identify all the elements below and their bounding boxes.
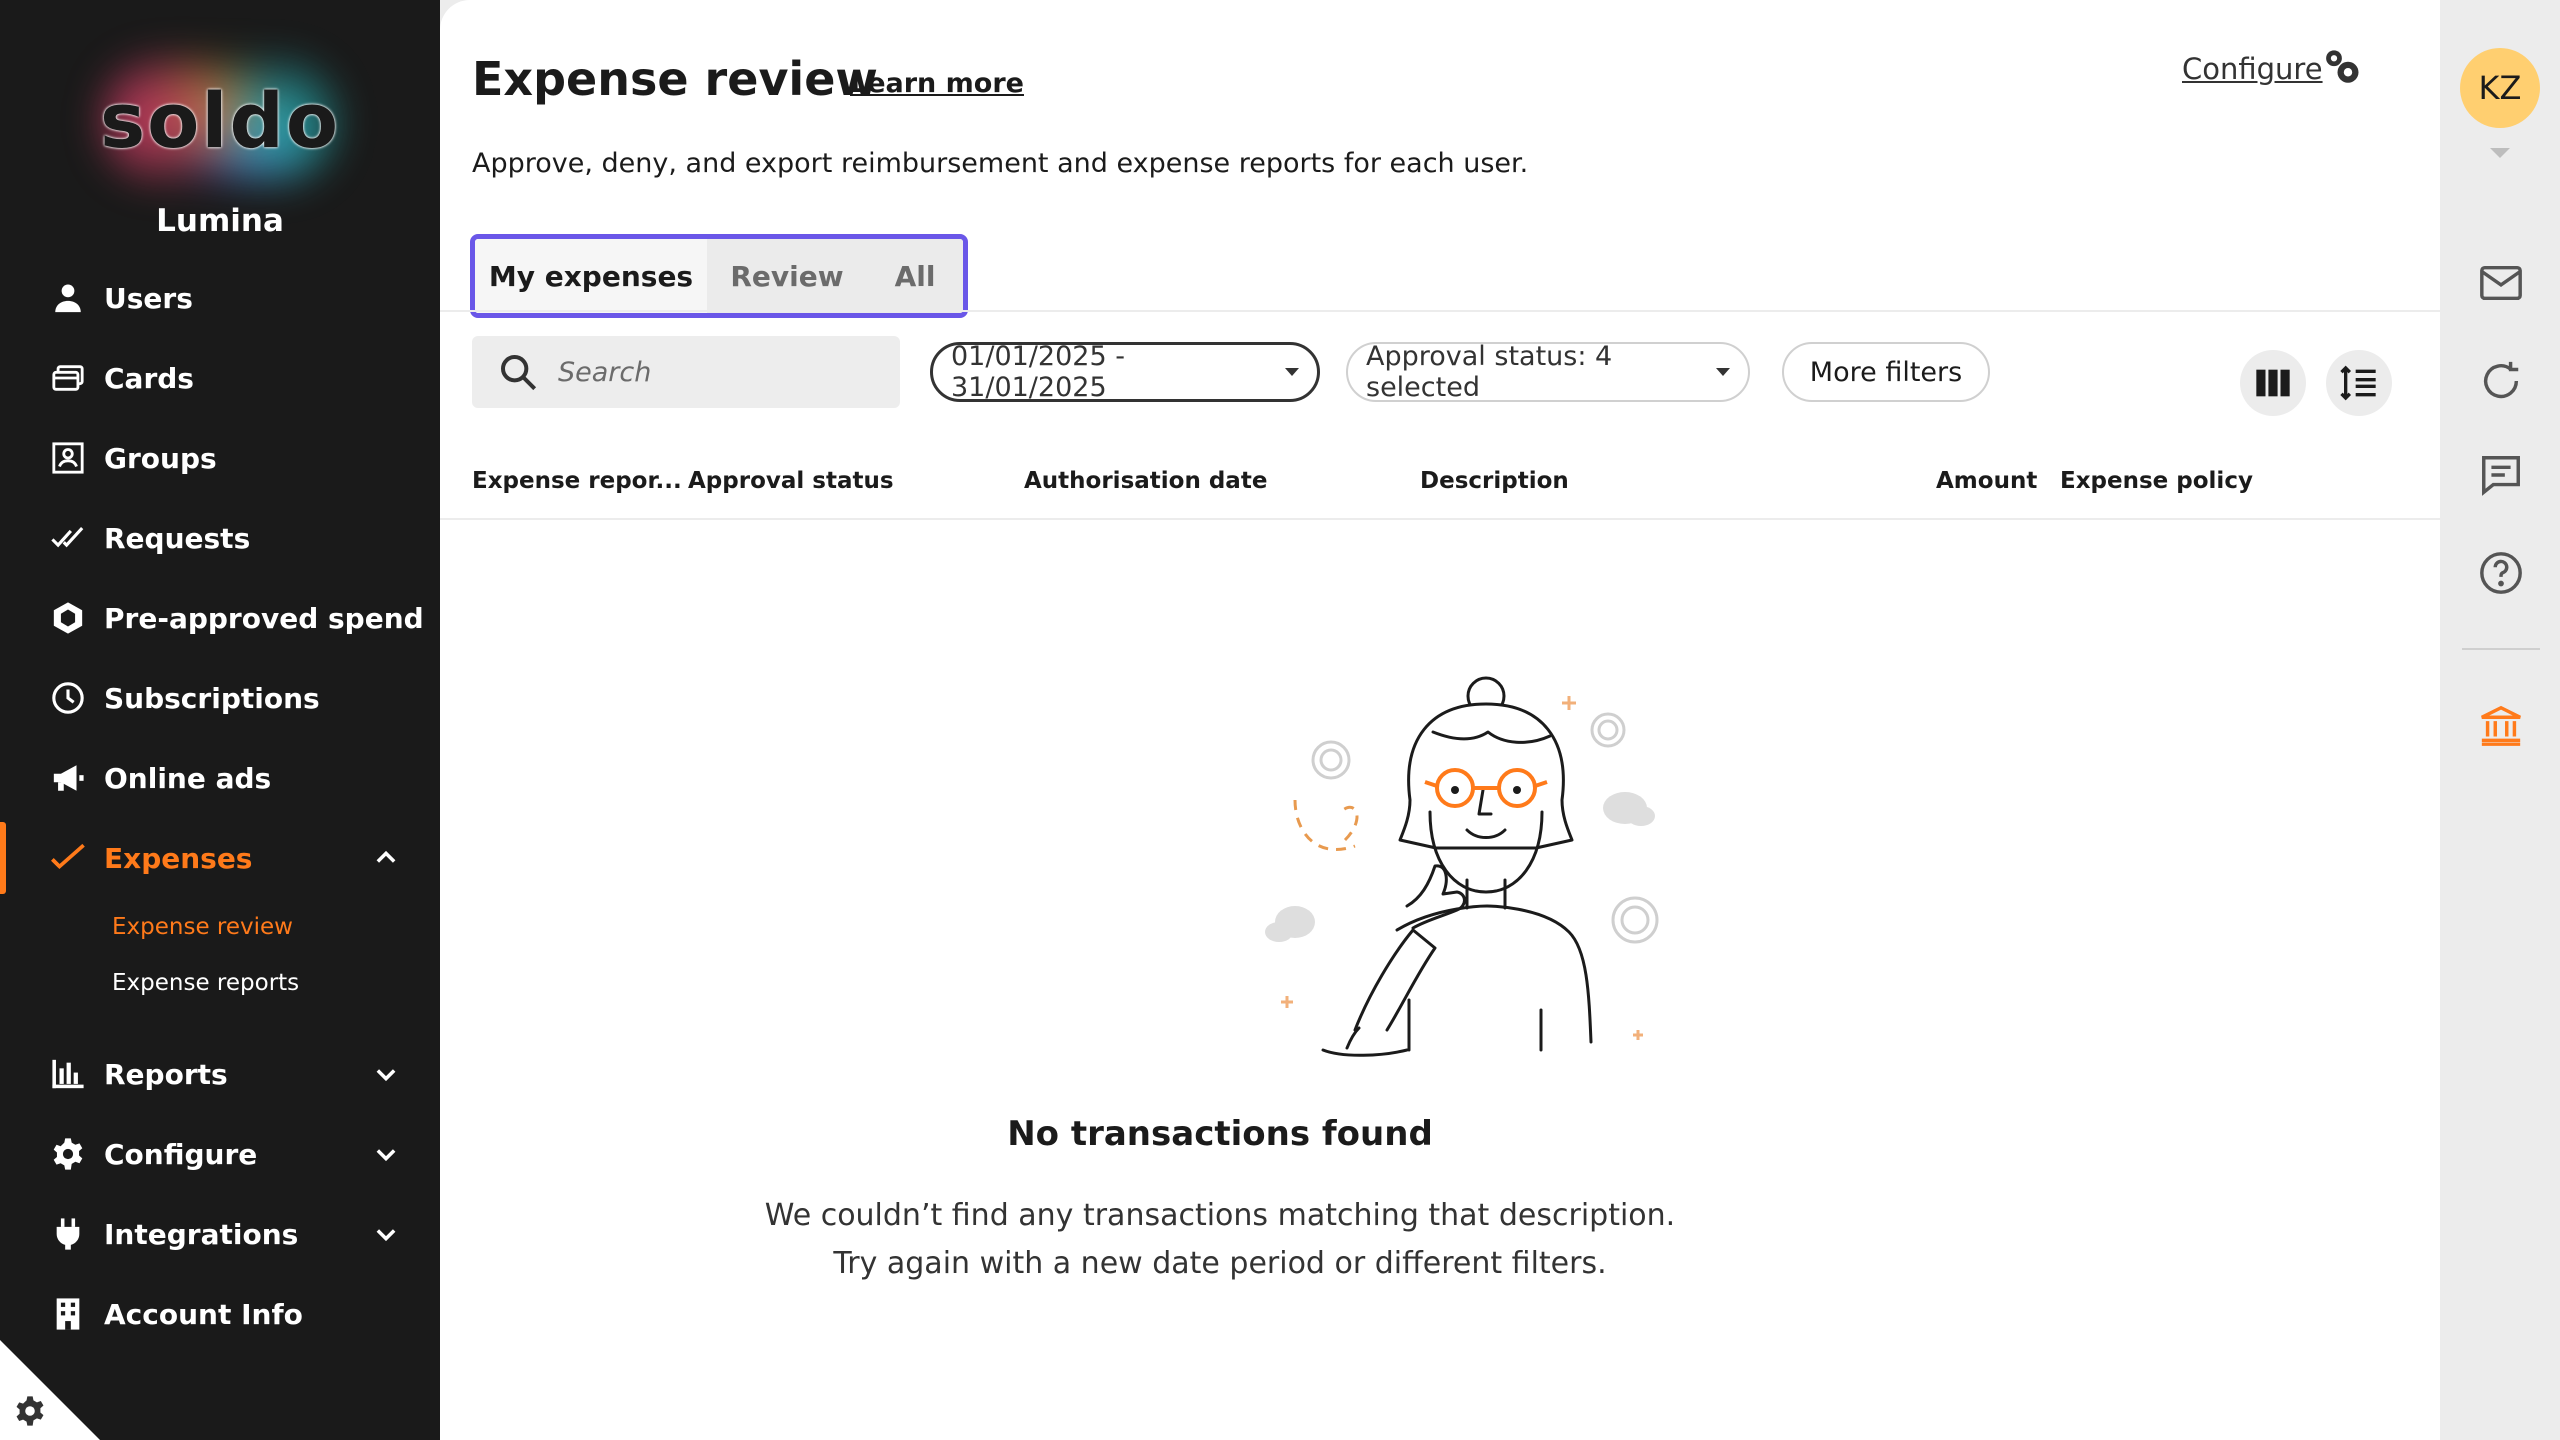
clock-icon <box>50 680 86 716</box>
columns-icon <box>2256 369 2290 397</box>
sidebar-item-account-info[interactable]: Account Info <box>0 1282 440 1346</box>
sidebar-item-expenses[interactable]: Expenses <box>0 822 440 894</box>
sidebar-subitem-expense-reports[interactable]: Expense reports <box>112 970 299 996</box>
hexagon-icon <box>50 600 86 636</box>
mail-icon[interactable] <box>2478 260 2524 306</box>
row-density-button[interactable] <box>2326 350 2392 416</box>
sidebar-item-online-ads[interactable]: Online ads <box>0 746 440 810</box>
tab-all[interactable]: All <box>867 239 963 313</box>
column-header-expense-report[interactable]: Expense repor... <box>472 468 682 494</box>
main-content: Expense review Learn more Configure Appr… <box>440 0 2440 1440</box>
divider <box>440 310 2440 312</box>
logo-text: soldo <box>99 75 341 165</box>
sidebar-item-label: Online ads <box>104 761 272 795</box>
column-header-description[interactable]: Description <box>1420 468 1569 494</box>
approval-status-filter[interactable]: Approval status: 4 selected <box>1346 341 1750 403</box>
gear-icon <box>50 1136 86 1172</box>
double-check-icon <box>50 520 86 556</box>
sidebar-item-reports[interactable]: Reports <box>0 1042 440 1106</box>
search-box[interactable] <box>472 336 900 408</box>
empty-state-title: No transactions found <box>1007 1114 1433 1154</box>
more-filters-button[interactable]: More filters <box>1782 342 1990 402</box>
sidebar-item-label: Cards <box>104 361 194 395</box>
sidebar-item-users[interactable]: Users <box>0 266 440 330</box>
empty-state-illustration <box>1265 676 1659 1057</box>
user-icon <box>50 280 86 316</box>
bank-icon[interactable] <box>2478 702 2524 748</box>
check-icon <box>50 840 86 876</box>
sidebar-item-subscriptions[interactable]: Subscriptions <box>0 666 440 730</box>
groups-icon <box>50 440 86 476</box>
column-header-approval-status[interactable]: Approval status <box>688 468 894 494</box>
sidebar-item-label: Groups <box>104 441 217 475</box>
sidebar-item-label: Account Info <box>104 1297 303 1331</box>
sidebar-item-label: Integrations <box>104 1217 299 1251</box>
sidebar-item-configure[interactable]: Configure <box>0 1122 440 1186</box>
caret-down-icon[interactable] <box>2490 148 2510 158</box>
column-header-authorisation-date[interactable]: Authorisation date <box>1024 468 1267 494</box>
refresh-icon[interactable] <box>2478 358 2524 404</box>
column-header-amount[interactable]: Amount <box>1936 468 2037 494</box>
sidebar-item-cards[interactable]: Cards <box>0 346 440 410</box>
search-icon <box>500 355 537 391</box>
divider <box>440 518 2440 520</box>
company-name: Lumina <box>156 203 284 239</box>
tab-my-expenses[interactable]: My expenses <box>475 239 707 313</box>
caret-down-icon <box>1716 368 1730 376</box>
sidebar-item-label: Pre-approved spend <box>104 601 424 635</box>
learn-more-link[interactable]: Learn more <box>850 68 1024 99</box>
columns-button[interactable] <box>2240 350 2306 416</box>
avatar[interactable]: KZ <box>2460 48 2540 128</box>
chevron-down-icon[interactable] <box>372 1220 400 1248</box>
date-range-value: 01/01/2025 - 31/01/2025 <box>951 341 1125 403</box>
divider <box>2462 648 2540 650</box>
chevron-down-icon[interactable] <box>372 1140 400 1168</box>
sidebar-item-label: Expenses <box>104 841 253 875</box>
sidebar-item-label: Users <box>104 281 193 315</box>
chat-icon[interactable] <box>2478 452 2524 498</box>
soldo-logo[interactable]: soldo <box>60 45 380 195</box>
sidebar-item-label: Reports <box>104 1057 228 1091</box>
sidebar-item-requests[interactable]: Requests <box>0 506 440 570</box>
chevron-up-icon[interactable] <box>372 844 400 872</box>
date-range-filter[interactable]: 01/01/2025 - 31/01/2025 <box>930 341 1320 403</box>
chevron-down-icon[interactable] <box>372 1060 400 1088</box>
caret-down-icon <box>1285 368 1299 376</box>
sidebar-item-integrations[interactable]: Integrations <box>0 1202 440 1266</box>
right-rail: KZ <box>2440 0 2560 1440</box>
sidebar-item-label: Requests <box>104 521 251 555</box>
bar-chart-icon <box>50 1056 86 1092</box>
sidebar-item-pre-approved-spend[interactable]: Pre-approved spend <box>0 586 440 650</box>
column-header-expense-policy[interactable]: Expense policy <box>2060 468 2253 494</box>
empty-state-hint: Try again with a new date period or diff… <box>833 1246 1607 1281</box>
sidebar-item-groups[interactable]: Groups <box>0 426 440 490</box>
megaphone-icon <box>50 760 86 796</box>
tabs: My expenses Review All <box>470 234 968 318</box>
empty-state-message: We couldn’t find any transactions matchi… <box>764 1198 1676 1233</box>
search-input[interactable] <box>558 356 888 388</box>
sidebar-item-label: Subscriptions <box>104 681 320 715</box>
building-icon <box>50 1296 86 1332</box>
page-description: Approve, deny, and export reimbursement … <box>472 148 1529 179</box>
approval-status-value: Approval status: 4 selected <box>1366 341 1613 403</box>
sidebar-subitem-expense-review[interactable]: Expense review <box>112 914 293 940</box>
plug-icon <box>50 1216 86 1252</box>
help-icon[interactable] <box>2478 550 2524 596</box>
sidebar-item-label: Configure <box>104 1137 258 1171</box>
cards-icon <box>50 360 86 396</box>
page-title: Expense review <box>472 52 878 106</box>
sidebar: soldo Lumina Users Cards Groups Requests… <box>0 0 440 1440</box>
configure-link[interactable]: Configure <box>2182 52 2323 86</box>
gears-icon[interactable] <box>2320 46 2362 88</box>
settings-gear-icon[interactable] <box>14 1395 46 1427</box>
line-height-icon <box>2340 365 2376 401</box>
tab-review[interactable]: Review <box>707 239 867 313</box>
